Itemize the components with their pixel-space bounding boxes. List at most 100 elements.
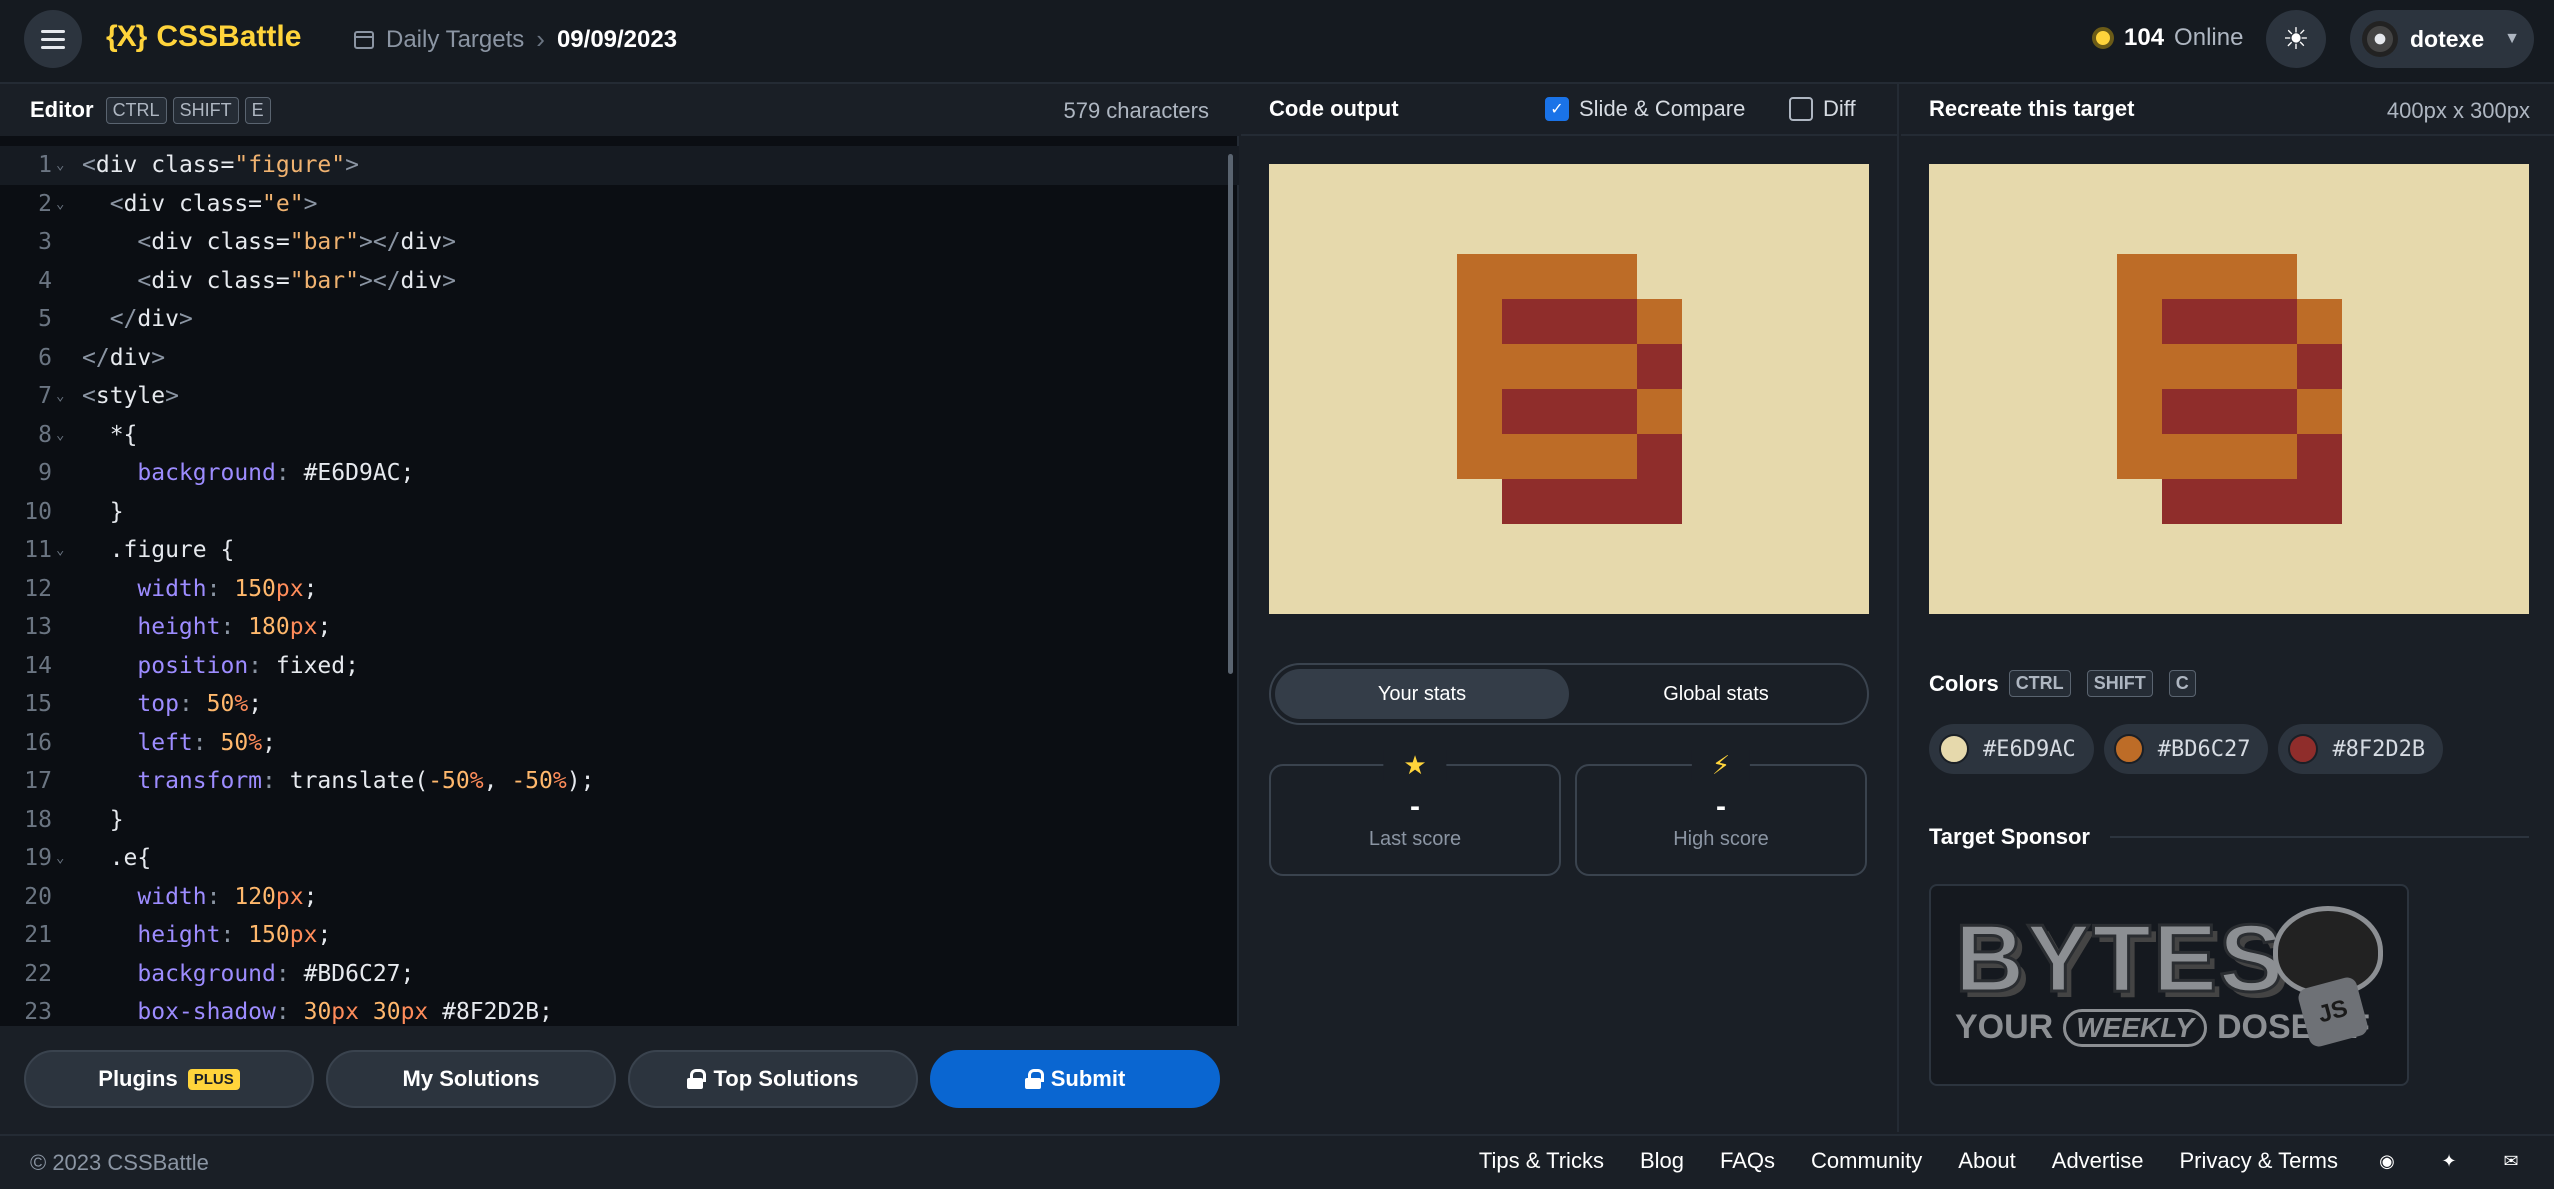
calendar-icon (354, 30, 374, 49)
code-line[interactable]: 22 background: #BD6C27; (0, 955, 1239, 994)
line-number: 10 (24, 498, 52, 525)
my-solutions-button[interactable]: My Solutions (326, 1050, 616, 1108)
shortcut-key: SHIFT (172, 96, 239, 124)
theme-toggle-button[interactable]: ☀ (2266, 10, 2326, 68)
top-solutions-button[interactable]: Top Solutions (628, 1050, 918, 1108)
code-line[interactable]: 12 width: 150px; (0, 570, 1239, 609)
my-solutions-label: My Solutions (402, 1066, 540, 1091)
output-panel: Code output ✓ Slide & Compare Diff Your … (1241, 84, 1899, 1132)
sponsor-banner[interactable]: BYTES YOUR WEEKLY DOSE OF JS (1929, 884, 2409, 1086)
code-output-canvas[interactable] (1269, 164, 1869, 614)
editor-scrollbar[interactable] (1228, 154, 1233, 674)
code-text: .figure { (82, 537, 235, 563)
slide-compare-toggle[interactable]: ✓ Slide & Compare (1545, 96, 1745, 122)
stats-toggle: Your stats Global stats (1269, 663, 1869, 725)
sponsor-title: Target Sponsor (1929, 824, 2090, 849)
breadcrumb-date: 09/09/2023 (556, 25, 678, 53)
color-chip[interactable]: #E6D9AC (1929, 724, 2094, 774)
line-number: 20 (24, 883, 52, 910)
line-number: 23 (24, 999, 52, 1025)
online-status: 104 Online (2092, 24, 2243, 52)
line-number: 9 (38, 460, 52, 486)
code-line[interactable]: 15 top: 50%; (0, 685, 1239, 724)
top-solutions-label: Top Solutions (713, 1066, 859, 1091)
code-line[interactable]: 21 height: 150px; (0, 916, 1239, 955)
code-line[interactable]: 16 left: 50%; (0, 724, 1239, 763)
code-text: *{ (82, 421, 138, 448)
fold-chevron-icon[interactable]: ⌄ (56, 839, 64, 878)
color-hex: #E6D9AC (1983, 736, 2076, 762)
footer-link-community[interactable]: Community (1811, 1148, 1922, 1174)
code-line[interactable]: 5 </div> (0, 300, 1239, 339)
fold-chevron-icon[interactable]: ⌄ (56, 531, 64, 570)
email-icon[interactable]: ✉ (2498, 1150, 2524, 1172)
footer-link-tips[interactable]: Tips & Tricks (1479, 1148, 1604, 1174)
fold-chevron-icon[interactable]: ⌄ (56, 185, 64, 224)
logo[interactable]: {X} CSSBattle (106, 20, 301, 54)
code-line[interactable]: 7 ⌄ <style> (0, 377, 1239, 416)
code-text: <div class="bar"></div> (137, 267, 456, 294)
user-menu-button[interactable]: dotexe ▼ (2350, 10, 2534, 68)
code-line[interactable]: 3 <div class="bar"></div> (0, 223, 1239, 262)
last-score-label: Last score (1368, 828, 1462, 850)
footer-link-privacy[interactable]: Privacy & Terms (2179, 1148, 2338, 1174)
code-line[interactable]: 19 ⌄ .e{ (0, 839, 1239, 878)
code-line[interactable]: 9 background: #E6D9AC; (0, 454, 1239, 493)
code-line[interactable]: 20 width: 120px; (0, 878, 1239, 917)
code-text: </div> (82, 344, 166, 371)
submit-button[interactable]: Submit (930, 1050, 1220, 1108)
fold-chevron-icon[interactable]: ⌄ (56, 146, 64, 185)
code-line[interactable]: 23 box-shadow: 30px 30px #8F2D2B; (0, 993, 1239, 1026)
code-line[interactable]: 14 position: fixed; (0, 647, 1239, 686)
code-line[interactable]: 1 ⌄ <div class="figure"> (0, 146, 1239, 185)
code-line[interactable]: 10 } (0, 493, 1239, 532)
menu-button[interactable] (24, 10, 82, 68)
fold-chevron-icon[interactable]: ⌄ (56, 377, 64, 416)
footer-link-faqs[interactable]: FAQs (1720, 1148, 1775, 1174)
diff-toggle[interactable]: Diff (1789, 96, 1856, 122)
plugins-button[interactable]: Plugins PLUS (24, 1050, 314, 1108)
footer-link-advertise[interactable]: Advertise (2052, 1148, 2144, 1174)
fold-chevron-icon[interactable]: ⌄ (56, 416, 64, 455)
line-number: 15 (24, 691, 52, 717)
footer-link-about[interactable]: About (1958, 1148, 2016, 1174)
breadcrumb-daily-targets[interactable]: Daily Targets (386, 26, 524, 54)
twitter-icon[interactable]: ✦ (2436, 1150, 2462, 1172)
top-bar: {X} CSSBattle Daily Targets › 09/09/2023… (0, 0, 2554, 84)
sponsor-heading: Target Sponsor (1929, 824, 2529, 850)
target-e-shape (2117, 254, 2297, 479)
code-editor[interactable]: 1 ⌄ <div class="figure"> 2 ⌄ <div class="e">… (0, 146, 1239, 1026)
code-line[interactable]: 17 transform: translate(-50%, -50%); (0, 762, 1239, 801)
line-number: 8 (38, 421, 52, 448)
code-line[interactable]: 18 } (0, 801, 1239, 840)
target-header: Recreate this target 400px x 300px (1901, 84, 2554, 136)
code-text: .e{ (82, 845, 152, 871)
code-line[interactable]: 2 ⌄ <div class="e"> (0, 185, 1239, 224)
logo-text: CSSBattle (156, 20, 302, 53)
color-hex: #8F2D2B (2332, 736, 2426, 762)
online-dot-icon (2092, 27, 2114, 49)
output-header: Code output ✓ Slide & Compare Diff (1241, 84, 1897, 136)
code-text: width: 120px; (137, 883, 318, 910)
code-line[interactable]: 8 ⌄ *{ (0, 416, 1239, 455)
code-line[interactable]: 11 ⌄ .figure { (0, 531, 1239, 570)
code-line[interactable]: 13 height: 180px; (0, 608, 1239, 647)
color-chip[interactable]: #8F2D2B (2278, 724, 2444, 774)
breadcrumb: Daily Targets › 09/09/2023 (354, 24, 677, 55)
code-line[interactable]: 4 <div class="bar"></div> (0, 262, 1239, 301)
tab-global-stats[interactable]: Global stats (1569, 669, 1863, 719)
line-number: 17 (24, 768, 52, 794)
code-line[interactable]: 6 </div> (0, 339, 1239, 378)
discord-icon[interactable]: ◉ (2374, 1150, 2400, 1172)
shortcut-key: C (2168, 670, 2196, 697)
lock-icon (1024, 1069, 1044, 1089)
tab-your-stats[interactable]: Your stats (1275, 669, 1569, 719)
color-chip[interactable]: #BD6C27 (2103, 724, 2269, 774)
lock-icon (687, 1069, 707, 1089)
output-e-bar (1502, 299, 1637, 344)
footer-link-blog[interactable]: Blog (1640, 1148, 1684, 1174)
code-text: <style> (82, 383, 179, 409)
code-text: height: 180px; (137, 614, 332, 640)
target-canvas (1929, 164, 2529, 614)
footer-links: Tips & Tricks Blog FAQs Community About … (1479, 1148, 2524, 1174)
